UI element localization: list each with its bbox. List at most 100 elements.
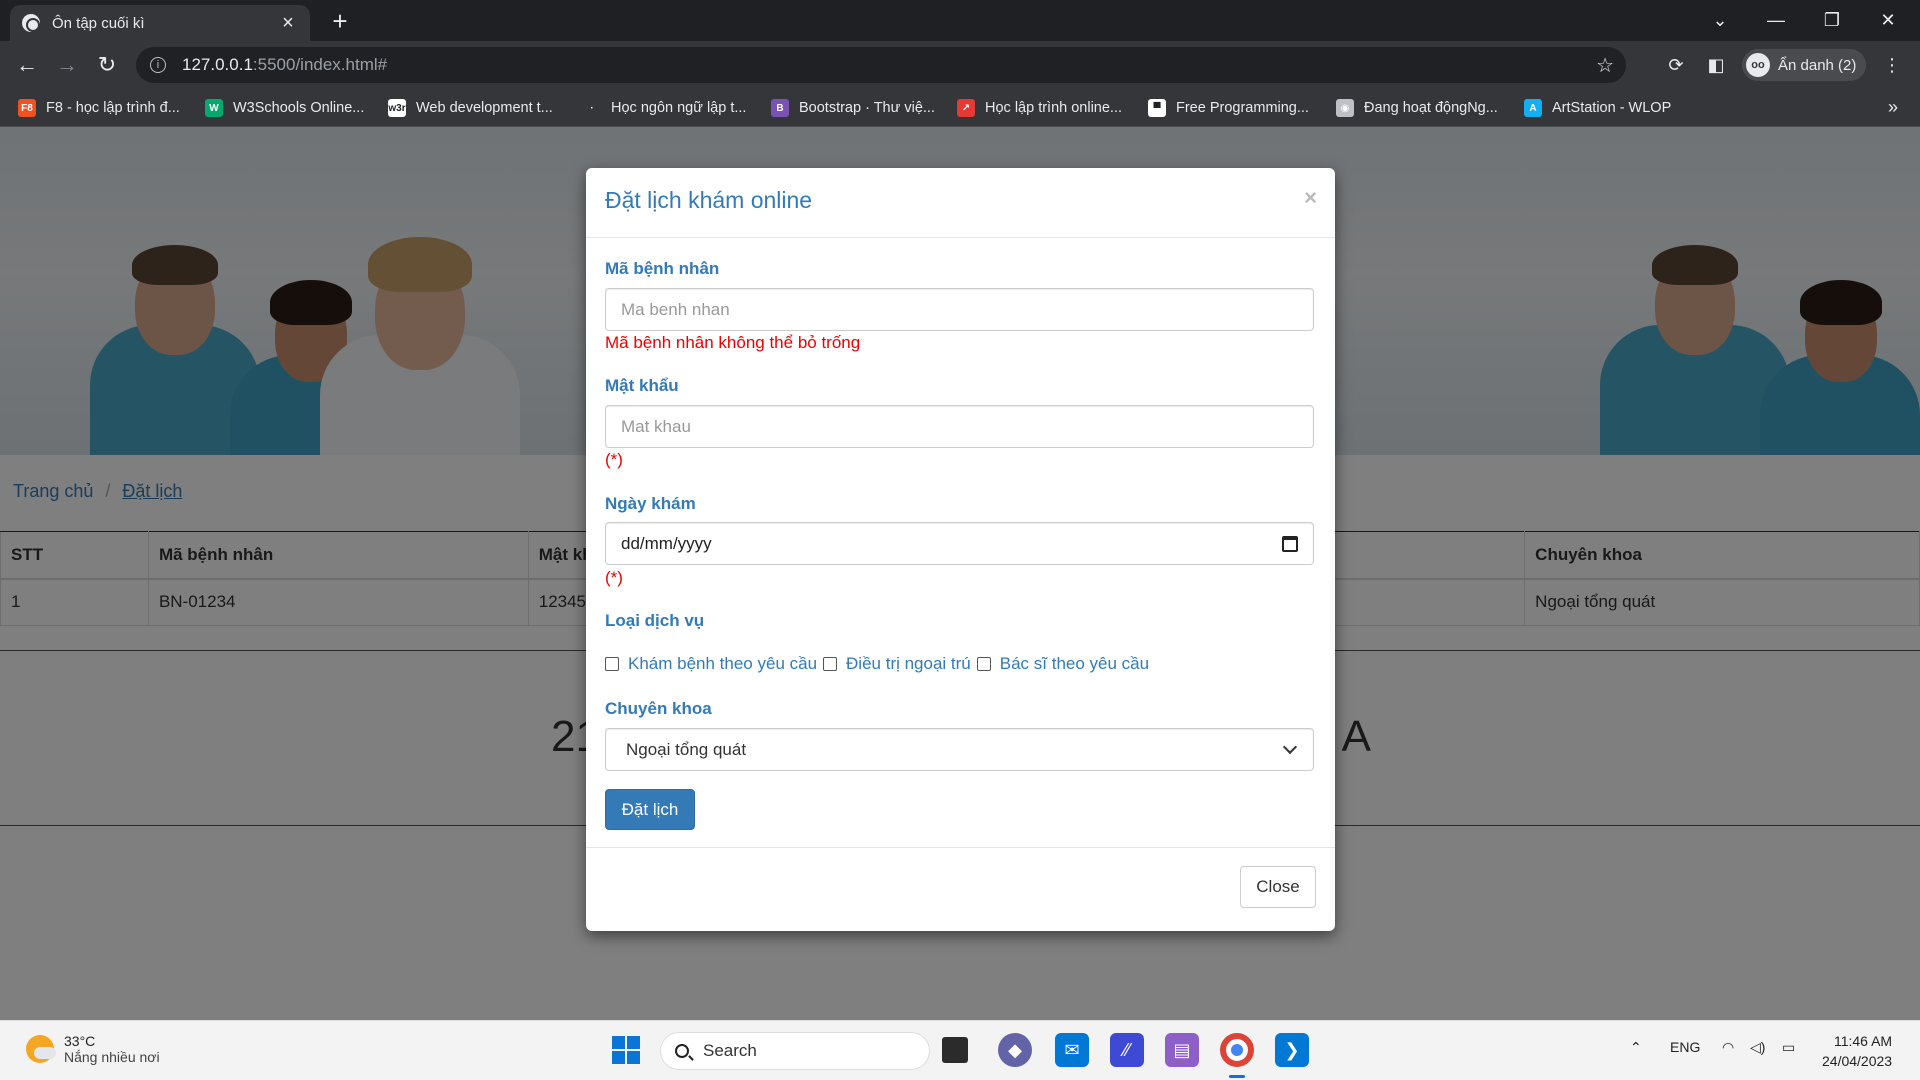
bookmark-item[interactable]: · Học ngôn ngữ lập t... bbox=[583, 99, 746, 117]
profile-label: Ẩn danh (2) bbox=[1778, 56, 1857, 74]
media-player-icon[interactable]: ▤ bbox=[1165, 1033, 1199, 1067]
bookmark-label: Học ngôn ngữ lập t... bbox=[611, 100, 747, 116]
app-icon[interactable]: ⁄⁄ bbox=[1110, 1033, 1144, 1067]
checkbox[interactable] bbox=[605, 657, 619, 671]
bookmarks-overflow-chevron-icon[interactable]: » bbox=[1888, 97, 1898, 118]
tab-search-icon[interactable]: ⌄ bbox=[1692, 0, 1748, 41]
language-indicator[interactable]: ENG bbox=[1670, 1039, 1700, 1055]
menu-kebab-icon[interactable]: ⋮ bbox=[1880, 53, 1904, 77]
site-info-icon[interactable]: i bbox=[150, 57, 166, 73]
address-bar[interactable]: i 127.0.0.1:5500/index.html# ☆ bbox=[136, 47, 1626, 83]
service-option-label: Khám bệnh theo yêu cầu bbox=[628, 654, 818, 673]
active-app-indicator bbox=[1229, 1075, 1245, 1078]
bookmark-label: Bootstrap · Thư việ... bbox=[799, 100, 935, 116]
modal-header: Đặt lịch khám online × bbox=[586, 168, 1335, 238]
incognito-profile-button[interactable]: oo Ẩn danh (2) bbox=[1742, 49, 1867, 81]
calendar-icon[interactable] bbox=[1282, 535, 1298, 552]
service-option[interactable]: Bác sĩ theo yêu cầu bbox=[976, 654, 1149, 674]
specialty-label: Chuyên khoa bbox=[605, 699, 712, 718]
service-option[interactable]: Khám bệnh theo yêu cầu bbox=[605, 654, 817, 674]
browser-toolbar: ← → ↻ i 127.0.0.1:5500/index.html# ☆ ⟳ ◧… bbox=[0, 41, 1920, 89]
bookmark-label: Học lập trình online... bbox=[985, 100, 1123, 116]
date-placeholder: dd/mm/yyyy bbox=[621, 533, 712, 553]
checkbox[interactable] bbox=[976, 657, 991, 671]
bookmark-favicon-icon: · bbox=[583, 99, 601, 117]
service-option[interactable]: Điều trị ngoại trú bbox=[823, 654, 971, 674]
tab-close-icon[interactable]: × bbox=[278, 12, 298, 35]
teams-chat-icon[interactable]: ◆ bbox=[998, 1033, 1032, 1067]
date-input[interactable]: dd/mm/yyyy bbox=[605, 522, 1314, 565]
patient-id-label: Mã bệnh nhân bbox=[605, 259, 720, 278]
wifi-icon[interactable]: ◠ bbox=[1722, 1039, 1734, 1056]
reload-icon[interactable]: ↻ bbox=[92, 50, 122, 80]
incognito-icon: oo bbox=[1746, 53, 1770, 77]
bookmark-favicon-icon: w3r bbox=[388, 99, 406, 117]
taskbar-search[interactable]: Search bbox=[660, 1032, 930, 1070]
clock-time: 11:46 AM bbox=[1833, 1033, 1893, 1049]
vscode-icon[interactable]: ❯ bbox=[1275, 1033, 1309, 1067]
battery-icon[interactable]: ▭ bbox=[1782, 1039, 1795, 1056]
taskbar-search-label: Search bbox=[703, 1041, 757, 1060]
checkbox[interactable] bbox=[823, 657, 838, 671]
service-options: Khám bệnh theo yêu cầu Điều trị ngoại tr… bbox=[605, 654, 1155, 674]
search-icon bbox=[675, 1044, 689, 1058]
weather-sun-icon bbox=[26, 1035, 56, 1063]
close-button[interactable]: Close bbox=[1240, 866, 1316, 908]
chevron-down-icon bbox=[1282, 739, 1298, 754]
bookmark-favicon-icon: A bbox=[1524, 99, 1542, 117]
modal-close-icon[interactable]: × bbox=[1304, 185, 1317, 211]
book-appointment-button[interactable]: Đặt lịch bbox=[605, 789, 695, 830]
bookmark-favicon-icon: B bbox=[771, 99, 789, 117]
forward-icon[interactable]: → bbox=[52, 50, 82, 80]
bookmark-favicon-icon: ↗ bbox=[957, 99, 975, 117]
bookmark-star-icon[interactable]: ☆ bbox=[1596, 53, 1614, 78]
patient-id-error: Mã bệnh nhân không thể bỏ trống bbox=[605, 333, 861, 352]
side-panel-icon[interactable]: ◧ bbox=[1704, 53, 1728, 77]
specialty-selected-value: Ngoại tổng quát bbox=[626, 739, 747, 759]
new-tab-button[interactable]: + bbox=[325, 6, 355, 37]
show-hidden-icons-chevron-up-icon[interactable]: ⌃ bbox=[1630, 1039, 1642, 1056]
chrome-icon[interactable] bbox=[1220, 1033, 1254, 1067]
bookmark-item[interactable]: W W3Schools Online... bbox=[205, 99, 364, 117]
bookmark-favicon-icon: ◉ bbox=[1336, 99, 1354, 117]
bookmark-favicon-icon: W bbox=[205, 99, 223, 117]
url-path: :5500/index.html# bbox=[252, 55, 388, 74]
extension-icon[interactable]: ⟳ bbox=[1664, 53, 1688, 77]
password-input[interactable]: Mat khau bbox=[605, 405, 1314, 448]
close-window-button[interactable]: ✕ bbox=[1860, 0, 1916, 41]
bookmark-label: Web development t... bbox=[416, 100, 553, 116]
tab-title: Ôn tập cuối kì bbox=[52, 14, 145, 32]
restore-button[interactable]: ❐ bbox=[1804, 0, 1860, 41]
specialty-select[interactable]: Ngoại tổng quát bbox=[605, 728, 1314, 771]
windows-start-icon[interactable] bbox=[609, 1033, 643, 1067]
bookmark-label: F8 - học lập trình đ... bbox=[46, 100, 180, 116]
modal-title: Đặt lịch khám online bbox=[605, 187, 813, 213]
minimize-button[interactable]: — bbox=[1748, 0, 1804, 41]
bookmark-item[interactable]: ↗ Học lập trình online... bbox=[957, 99, 1122, 117]
clock-date: 24/04/2023 bbox=[1822, 1053, 1893, 1069]
browser-tabstrip: Ôn tập cuối kì × + ⌄ — ❐ ✕ bbox=[0, 0, 1920, 41]
bookmark-favicon-icon: F8 bbox=[18, 99, 36, 117]
browser-tab-active[interactable]: Ôn tập cuối kì × bbox=[10, 5, 310, 41]
date-label: Ngày khám bbox=[605, 494, 696, 513]
patient-id-input[interactable]: Ma benh nhan bbox=[605, 288, 1314, 331]
bookmark-item[interactable]: B Bootstrap · Thư việ... bbox=[771, 99, 935, 117]
bookmark-item[interactable]: A ArtStation - WLOP bbox=[1524, 99, 1671, 117]
mail-icon[interactable]: ✉ bbox=[1055, 1033, 1089, 1067]
bookmark-item[interactable]: F8 F8 - học lập trình đ... bbox=[18, 99, 180, 117]
bookmark-label: Free Programming... bbox=[1176, 100, 1309, 116]
weather-widget[interactable]: 33°C Nắng nhiều nơi bbox=[26, 1033, 160, 1065]
volume-icon[interactable]: ◁) bbox=[1750, 1039, 1765, 1056]
windows-taskbar: 33°C Nắng nhiều nơi Search ◆ ✉ ⁄⁄ ▤ ❯ ⌃ … bbox=[0, 1020, 1920, 1080]
modal-footer: Close bbox=[586, 847, 1335, 931]
system-clock[interactable]: 11:46 AM 24/04/2023 bbox=[1822, 1031, 1892, 1071]
task-view-icon[interactable] bbox=[942, 1037, 968, 1063]
back-icon[interactable]: ← bbox=[12, 50, 42, 80]
bookmark-item[interactable]: ◉ Đang hoạt độngNg... bbox=[1336, 99, 1498, 117]
service-option-label: Điều trị ngoại trú bbox=[846, 654, 971, 673]
bookmark-label: ArtStation - WLOP bbox=[1552, 100, 1672, 116]
globe-icon bbox=[22, 14, 40, 32]
bookmark-favicon-icon: ▀ bbox=[1148, 99, 1166, 117]
bookmark-item[interactable]: ▀ Free Programming... bbox=[1148, 99, 1309, 117]
bookmark-item[interactable]: w3r Web development t... bbox=[388, 99, 553, 117]
